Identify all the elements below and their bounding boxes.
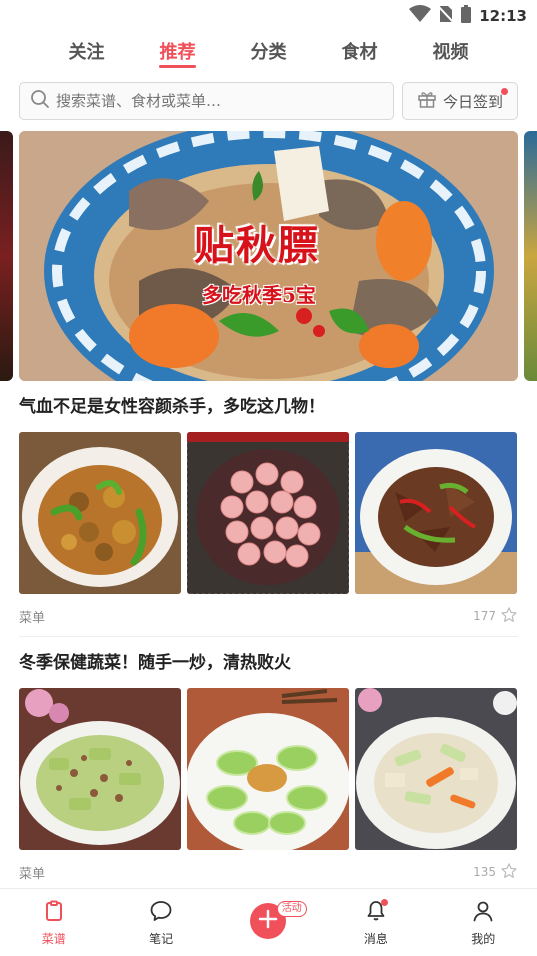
nav-recipes[interactable]: 菜谱 (0, 889, 107, 956)
article-type-label: 菜单 (19, 610, 46, 626)
activity-badge: 活动 (276, 901, 307, 917)
article-card[interactable]: 气血不足是女性容颜杀手，多吃这几物！ 菜单 177 (19, 394, 518, 626)
no-sim-icon (438, 5, 454, 27)
nav-add[interactable]: 活动 (215, 889, 322, 956)
bottom-nav: 菜谱 笔记 活动 消息 我的 (0, 888, 537, 956)
tab-follow[interactable]: 关注 (41, 30, 132, 72)
favorite-count-value: 177 (473, 609, 496, 623)
wifi-icon (409, 5, 432, 27)
tab-video[interactable]: 视频 (405, 30, 496, 72)
chicken-chestnut-photo[interactable] (19, 432, 181, 594)
search-input[interactable] (56, 92, 356, 110)
banner-next-peek[interactable] (524, 131, 537, 381)
article-title[interactable]: 冬季保健蔬菜！随手一炒，清热败火 (19, 650, 518, 676)
article-thumbs (19, 688, 518, 850)
banner-prev-peek[interactable] (0, 131, 13, 381)
search-box[interactable] (19, 82, 394, 120)
favorite-count[interactable]: 177 (473, 606, 518, 627)
favorite-count-value: 135 (473, 865, 496, 879)
gift-icon (417, 89, 437, 113)
nav-profile[interactable]: 我的 (430, 889, 537, 956)
search-row: 今日签到 (19, 82, 518, 120)
daily-signin-button[interactable]: 今日签到 (402, 82, 518, 120)
nav-notes-label: 笔记 (149, 932, 174, 946)
daily-signin-label: 今日签到 (442, 92, 503, 111)
star-icon[interactable] (500, 862, 518, 883)
meatballs-photo[interactable] (187, 432, 349, 594)
status-time: 12:13 (479, 7, 527, 25)
divider (19, 636, 518, 637)
favorite-count[interactable]: 135 (473, 862, 518, 883)
nav-recipes-label: 菜谱 (41, 932, 66, 946)
stir-fry-liver-photo[interactable] (355, 432, 517, 594)
plus-icon (258, 909, 278, 933)
nav-notes[interactable]: 笔记 (107, 889, 214, 956)
user-icon (471, 899, 495, 927)
lettuce-pork-photo[interactable] (19, 688, 181, 850)
garlic-lettuce-photo[interactable] (187, 688, 349, 850)
article-meta: 菜单 177 (19, 606, 518, 626)
banner-carousel[interactable]: 贴秋膘 多吃秋季5宝 (0, 131, 537, 381)
article-card[interactable]: 冬季保健蔬菜！随手一炒，清热败火 菜单 135 (19, 650, 518, 882)
status-bar: 12:13 (0, 0, 537, 30)
battery-icon (461, 5, 472, 27)
nav-messages-label: 消息 (363, 932, 388, 946)
status-icons: 12:13 (409, 5, 527, 27)
article-title[interactable]: 气血不足是女性容颜杀手，多吃这几物！ (19, 394, 518, 420)
banner-slide[interactable]: 贴秋膘 多吃秋季5宝 (19, 131, 518, 381)
nav-profile-label: 我的 (471, 932, 496, 946)
tab-category[interactable]: 分类 (223, 30, 314, 72)
article-meta: 菜单 135 (19, 862, 518, 882)
chat-bubble-icon (149, 899, 173, 927)
bell-icon (364, 899, 388, 927)
recipe-icon (42, 899, 66, 927)
tab-recommend[interactable]: 推荐 (132, 30, 223, 72)
lettuce-carrot-photo[interactable] (355, 688, 517, 850)
tab-ingredients[interactable]: 食材 (314, 30, 405, 72)
article-thumbs (19, 432, 518, 594)
banner-title: 贴秋膘 (194, 222, 320, 269)
top-tabs: 关注 推荐 分类 食材 视频 (0, 30, 537, 72)
banner-subtitle: 多吃秋季5宝 (202, 283, 316, 307)
star-icon[interactable] (500, 606, 518, 627)
nav-messages[interactable]: 消息 (322, 889, 429, 956)
messages-notification-dot (380, 899, 388, 906)
article-type-label: 菜单 (19, 866, 46, 882)
search-icon (30, 89, 50, 113)
signin-notification-dot (501, 88, 508, 95)
